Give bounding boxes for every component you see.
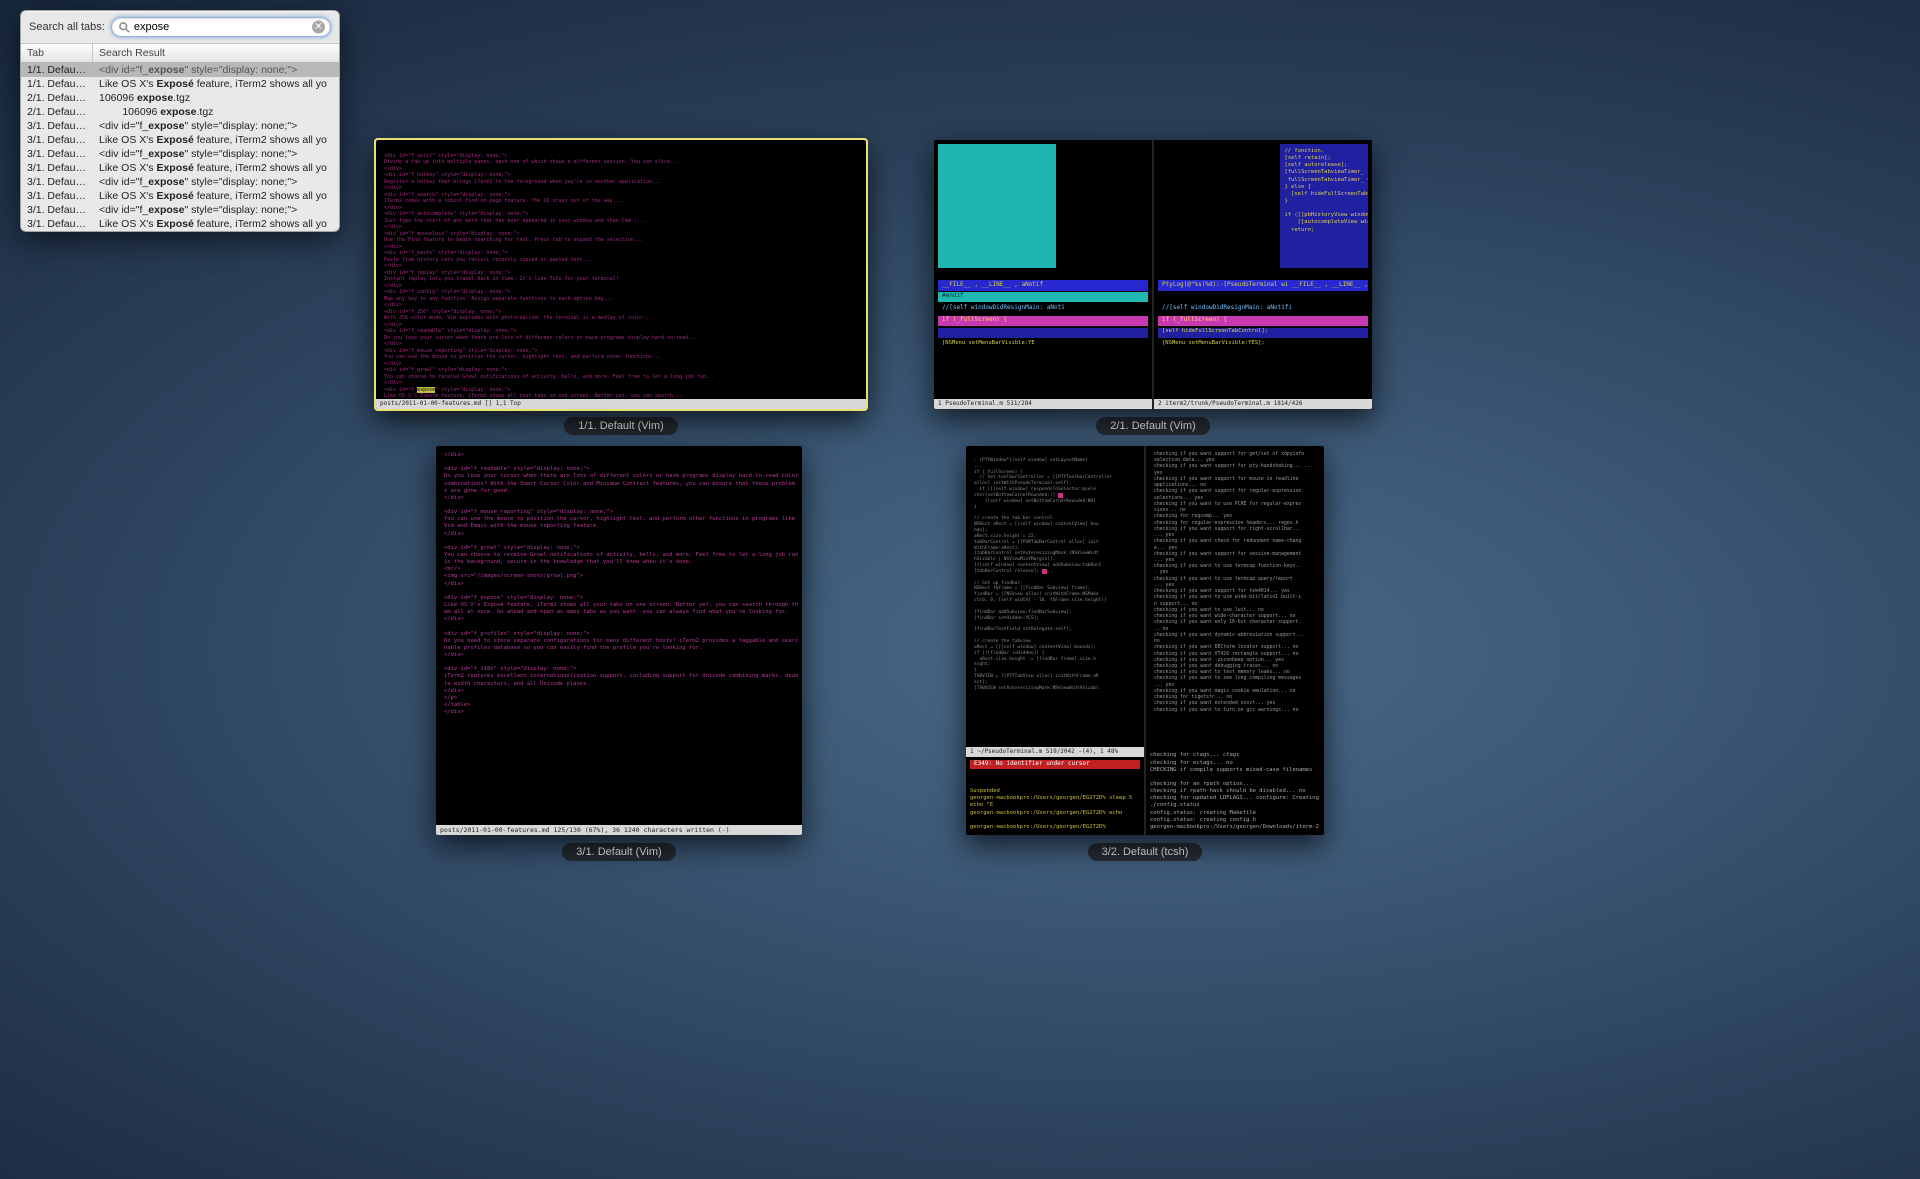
result-text: Like OS X's Exposé feature, iTerm2 shows… xyxy=(93,78,339,90)
search-input[interactable] xyxy=(134,21,308,33)
terminal-window: __FILE__ , __LINE__ , aNotif #endif //[s… xyxy=(934,140,1372,409)
result-text: Like OS X's Exposé feature, iTerm2 shows… xyxy=(93,218,339,230)
result-text: Like OS X's Exposé feature, iTerm2 shows… xyxy=(93,162,339,174)
vim-status-bar: 1 ~/PseudoTerminal.m 519/2042 -(4), 1 48… xyxy=(966,747,1144,757)
code-block xyxy=(938,144,1056,268)
file-line-bar: __FILE__ , __LINE__ , aNotif xyxy=(938,280,1148,291)
result-tab: 1/1. Default ... xyxy=(21,64,93,76)
configure-output: checking if you want support for get/set… xyxy=(1146,446,1324,720)
thumbnail-caption: 3/1. Default (Vim) xyxy=(562,843,675,861)
left-pane: - (PTYWindow*)[self window] setLayoutNam… xyxy=(966,446,1144,835)
vim-status-right: 2 iterm2/trunk/PseudoTerminal.m 1814/426 xyxy=(1154,399,1372,409)
thumbnail-caption: 3/2. Default (tcsh) xyxy=(1088,843,1203,861)
results-header: Tab Search Result xyxy=(21,43,339,63)
vim-status-left: 1 PseudoTerminal.m 511/284 xyxy=(934,399,1152,409)
result-text: <div id="f_expose" style="display: none;… xyxy=(93,64,339,76)
result-tab: 3/1. Default ... xyxy=(21,218,93,230)
comment-line: //[self windowDidResignMain: aNoti xyxy=(938,304,1148,314)
result-row[interactable]: 3/1. Default ...Like OS X's Exposé featu… xyxy=(21,189,339,203)
split-panes: - (PTYWindow*)[self window] setLayoutNam… xyxy=(966,446,1324,835)
search-panel: Search all tabs: ✕ Tab Search Result 1/1… xyxy=(20,10,340,232)
menu-line: [NSMenu setMenuBarVisible:YES]; xyxy=(1158,340,1368,350)
column-result[interactable]: Search Result xyxy=(93,44,339,62)
result-tab: 3/1. Default ... xyxy=(21,162,93,174)
code-content: - (PTYWindow*)[self window] setLayoutNam… xyxy=(966,446,1144,698)
result-row[interactable]: 3/1. Default ...<div id="f_expose" style… xyxy=(21,147,339,161)
column-tab[interactable]: Tab xyxy=(21,44,93,62)
left-pane: __FILE__ , __LINE__ , aNotif #endif //[s… xyxy=(934,140,1152,409)
result-text: 106096 expose.tgz xyxy=(93,106,339,118)
shell-prompts: Suspended georgen-macbookpro:/Users/geor… xyxy=(970,788,1140,831)
thumbnail-caption: 2/1. Default (Vim) xyxy=(1096,417,1209,435)
results-list: 1/1. Default ...<div id="f_expose" style… xyxy=(21,63,339,231)
shell-prompts: checking for ctags... ctags checking for… xyxy=(1150,752,1320,831)
result-row[interactable]: 3/1. Default ...<div id="f_expose" style… xyxy=(21,203,339,217)
result-tab: 2/1. Default ... xyxy=(21,92,93,104)
split-panes: __FILE__ , __LINE__ , aNotif #endif //[s… xyxy=(934,140,1372,409)
result-tab: 3/1. Default ... xyxy=(21,190,93,202)
clear-search-icon[interactable]: ✕ xyxy=(312,21,325,34)
result-tab: 3/1. Default ... xyxy=(21,148,93,160)
code-line xyxy=(938,328,1148,338)
result-tab: 2/1. Default ... xyxy=(21,106,93,118)
vim-status-bar: posts/2011-01-00-features.md 125/130 (67… xyxy=(436,825,802,835)
result-text: <div id="f_expose" style="display: none;… xyxy=(93,176,339,188)
terminal-content: </div> <div id="f_readable" style="displ… xyxy=(436,446,802,722)
right-pane: // function. [self retain]; [self autore… xyxy=(1152,140,1372,409)
result-row[interactable]: 3/1. Default ...<div id="f_expose" style… xyxy=(21,119,339,133)
expose-tab-3-1[interactable]: </div> <div id="f_readable" style="displ… xyxy=(436,446,802,861)
comment-line: //[self windowDidResignMain: aNotifi xyxy=(1158,304,1368,314)
result-text: <div id="f_expose" style="display: none;… xyxy=(93,148,339,160)
result-row[interactable]: 2/1. Default ... 106096 expose.tgz xyxy=(21,105,339,119)
search-header: Search all tabs: ✕ xyxy=(21,11,339,43)
result-text: Like OS X's Exposé feature, iTerm2 shows… xyxy=(93,190,339,202)
thumbnail-caption: 1/1. Default (Vim) xyxy=(564,417,677,435)
code-line: [self hideFullScreenTabControl]; xyxy=(1158,328,1368,338)
error-line: E349: No identifier under cursor xyxy=(970,760,1140,769)
result-row[interactable]: 2/1. Default ...106096 expose.tgz xyxy=(21,91,339,105)
result-tab: 3/1. Default ... xyxy=(21,176,93,188)
result-row[interactable]: 3/1. Default ...Like OS X's Exposé featu… xyxy=(21,133,339,147)
vim-status-bar: posts/2011-01-00-features.md [] 1,1 Top xyxy=(376,399,866,409)
endif-line: #endif xyxy=(938,292,1148,302)
result-tab: 1/1. Default ... xyxy=(21,78,93,90)
expose-tab-1-1[interactable]: <div id="f_split" style="display: none;"… xyxy=(376,140,866,435)
expose-tab-2-1[interactable]: __FILE__ , __LINE__ , aNotif #endif //[s… xyxy=(934,140,1372,435)
result-row[interactable]: 3/1. Default ...<div id="f_expose" style… xyxy=(21,175,339,189)
result-row[interactable]: 3/1. Default ...Like OS X's Exposé featu… xyxy=(21,161,339,175)
search-label: Search all tabs: xyxy=(29,21,105,33)
result-tab: 3/1. Default ... xyxy=(21,134,93,146)
terminal-window: - (PTYWindow*)[self window] setLayoutNam… xyxy=(966,446,1324,835)
if-fullscreen-line: if (_fullScreen) { xyxy=(938,316,1148,326)
result-row[interactable]: 1/1. Default ...Like OS X's Exposé featu… xyxy=(21,77,339,91)
result-row[interactable]: 1/1. Default ...<div id="f_expose" style… xyxy=(21,63,339,77)
expose-tab-3-2[interactable]: - (PTYWindow*)[self window] setLayoutNam… xyxy=(966,446,1324,861)
result-text: Like OS X's Exposé feature, iTerm2 shows… xyxy=(93,134,339,146)
result-text: 106096 expose.tgz xyxy=(93,92,339,104)
if-fullscreen-line: if (_fullScreen) { xyxy=(1158,316,1368,326)
menu-line: [NSMenu setMenuBarVisible:YE xyxy=(938,340,1148,350)
result-row[interactable]: 3/1. Default ...Like OS X's Exposé featu… xyxy=(21,217,339,231)
file-line-bar: PtyLog(@"%s(%d):-[PseudoTerminal wi __FI… xyxy=(1158,280,1368,291)
result-text: <div id="f_expose" style="display: none;… xyxy=(93,120,339,132)
code-block: // function. [self retain]; [self autore… xyxy=(1280,144,1368,268)
terminal-window: </div> <div id="f_readable" style="displ… xyxy=(436,446,802,835)
right-pane: checking if you want support for get/set… xyxy=(1144,446,1324,835)
terminal-content: <div id="f_split" style="display: none;"… xyxy=(376,140,866,409)
terminal-window: <div id="f_split" style="display: none;"… xyxy=(376,140,866,409)
search-field[interactable]: ✕ xyxy=(111,17,331,37)
result-tab: 3/1. Default ... xyxy=(21,204,93,216)
result-text: <div id="f_expose" style="display: none;… xyxy=(93,204,339,216)
search-icon xyxy=(118,21,130,33)
result-tab: 3/1. Default ... xyxy=(21,120,93,132)
